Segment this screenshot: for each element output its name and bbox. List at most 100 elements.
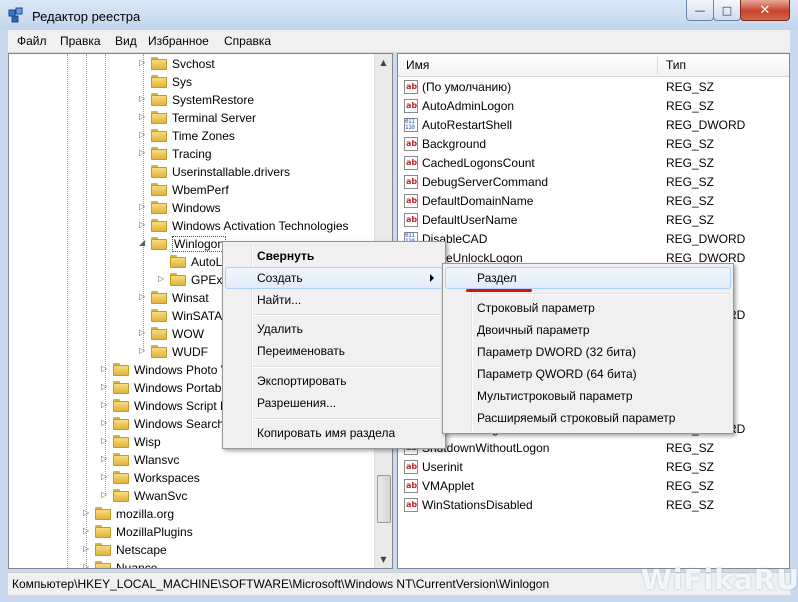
submenu-item-multi-string-value[interactable]: Мультистроковый параметр — [445, 385, 731, 407]
tree-item[interactable]: ▷ SystemRestore — [9, 91, 375, 109]
tree-expander-icon[interactable]: ▷ — [101, 436, 110, 448]
menu-edit[interactable]: Правка — [60, 34, 101, 48]
value-row[interactable]: ab Userinit REG_SZ — [398, 458, 789, 477]
tree-expander-icon[interactable]: ▷ — [101, 454, 110, 466]
tree-item[interactable]: Sys — [9, 73, 375, 91]
tree-scrollbar-thumb[interactable] — [377, 475, 391, 523]
minimize-button[interactable]: — — [686, 0, 714, 21]
tree-expander-icon[interactable]: ◢ — [139, 238, 148, 250]
tree-item[interactable]: ▷ Netscape — [9, 541, 375, 559]
tree-expander-icon[interactable]: ▷ — [83, 544, 92, 556]
value-row[interactable]: ab AutoAdminLogon REG_SZ — [398, 97, 789, 116]
value-row[interactable]: ab DefaultDomainName REG_SZ — [398, 192, 789, 211]
tree-expander-icon[interactable]: ▷ — [139, 148, 148, 160]
tree-item[interactable]: ▷ mozilla.org — [9, 505, 375, 523]
title-bar[interactable]: Редактор реестра — □ ✕ — [0, 0, 798, 30]
tree-item[interactable]: ▷ Wlansvc — [9, 451, 375, 469]
value-name: DebugServerCommand — [422, 175, 549, 189]
menu-file[interactable]: Файл — [17, 34, 47, 48]
tree-expander-icon[interactable]: ▷ — [139, 328, 148, 340]
submenu-item-binary-value[interactable]: Двоичный параметр — [445, 319, 731, 341]
tree-expander-icon[interactable]: ▷ — [83, 562, 92, 568]
tree-item[interactable]: ▷ MozillaPlugins — [9, 523, 375, 541]
menu-item-copy-key-name[interactable]: Копировать имя раздела — [225, 422, 443, 444]
tree-item[interactable]: ▷ WwanSvc — [9, 487, 375, 505]
tree-expander-icon[interactable]: ▷ — [139, 94, 148, 106]
scroll-down-arrow-icon[interactable]: ▼ — [376, 551, 391, 567]
tree-item[interactable]: Userinstallable.drivers — [9, 163, 375, 181]
scroll-up-arrow-icon[interactable]: ▲ — [376, 54, 391, 70]
menu-item-export[interactable]: Экспортировать — [225, 370, 443, 392]
value-row[interactable]: ab Background REG_SZ — [398, 135, 789, 154]
tree-item[interactable]: ▷ Windows — [9, 199, 375, 217]
menu-item-rename[interactable]: Переименовать — [225, 340, 443, 362]
value-row[interactable]: ab VMApplet REG_SZ — [398, 477, 789, 496]
tree-expander-icon[interactable] — [139, 310, 148, 322]
menu-item-create[interactable]: Создать — [225, 267, 443, 289]
tree-expander-icon[interactable]: ▷ — [101, 472, 110, 484]
menu-item-permissions[interactable]: Разрешения... — [225, 392, 443, 414]
value-row[interactable]: ab DebugServerCommand REG_SZ — [398, 173, 789, 192]
menu-help[interactable]: Справка — [224, 34, 271, 48]
tree-item[interactable]: WbemPerf — [9, 181, 375, 199]
tree-expander-icon[interactable]: ▷ — [139, 58, 148, 70]
value-row[interactable]: ab CachedLogonsCount REG_SZ — [398, 154, 789, 173]
tree-expander-icon[interactable] — [139, 76, 148, 88]
tree-item[interactable]: ▷ Workspaces — [9, 469, 375, 487]
submenu-item-string-value[interactable]: Строковый параметр — [445, 297, 731, 319]
tree-expander-icon[interactable]: ▷ — [101, 364, 110, 376]
value-row[interactable]: 011110DisableCADREG_DWORD — [398, 230, 789, 249]
menu-item-collapse[interactable]: Свернуть — [225, 245, 443, 267]
folder-icon — [95, 507, 111, 521]
submenu-item-expandable-string-value[interactable]: Расширяемый строковый параметр — [445, 407, 731, 429]
tree-item[interactable]: ▷ Svchost — [9, 55, 375, 73]
tree-expander-icon[interactable] — [158, 256, 167, 268]
tree-expander-icon[interactable]: ▷ — [139, 220, 148, 232]
tree-expander-icon[interactable]: ▷ — [83, 508, 92, 520]
value-row[interactable]: ab (По умолчанию) REG_SZ — [398, 78, 789, 97]
column-type-header[interactable]: Тип — [666, 58, 686, 72]
tree-expander-icon[interactable]: ▷ — [158, 274, 167, 286]
value-row[interactable]: 011 110 AutoRestartShell REG_DWORD — [398, 116, 789, 135]
tree-expander-icon[interactable]: ▷ — [139, 346, 148, 358]
tree-expander-icon[interactable]: ▷ — [101, 490, 110, 502]
value-row[interactable]: ab WinStationsDisabled REG_SZ — [398, 496, 789, 515]
tree-item-label: MozillaPlugins — [116, 525, 193, 539]
menu-item-find[interactable]: Найти... — [225, 289, 443, 311]
value-row[interactable]: ab DefaultUserName REG_SZ — [398, 211, 789, 230]
submenu-item-dword-value[interactable]: Параметр DWORD (32 бита) — [445, 341, 731, 363]
tree-item[interactable]: ▷ Nuance — [9, 559, 375, 568]
column-name-header[interactable]: Имя — [406, 58, 429, 72]
tree-expander-icon[interactable]: ▷ — [101, 418, 110, 430]
tree-expander-icon[interactable]: ▷ — [139, 112, 148, 124]
tree-expander-icon[interactable] — [139, 166, 148, 178]
tree-item-label: Svchost — [172, 57, 215, 71]
tree-item[interactable]: ▷ Tracing — [9, 145, 375, 163]
tree-expander-icon[interactable] — [139, 184, 148, 196]
folder-icon — [151, 183, 167, 197]
folder-icon — [95, 543, 111, 557]
menu-view[interactable]: Вид — [115, 34, 137, 48]
folder-icon — [113, 417, 129, 431]
tree-item[interactable]: ▷ Windows Activation Technologies — [9, 217, 375, 235]
tree-expander-icon[interactable]: ▷ — [101, 400, 110, 412]
tree-item[interactable]: ▷ Terminal Server — [9, 109, 375, 127]
tree-item-label: Windows — [172, 201, 221, 215]
folder-icon — [95, 561, 111, 568]
tree-expander-icon[interactable]: ▷ — [101, 382, 110, 394]
value-row[interactable]: abShutdownWithoutLogonREG_SZ — [398, 439, 789, 458]
string-value-icon: ab — [404, 213, 418, 227]
tree-expander-icon[interactable]: ▷ — [83, 526, 92, 538]
submenu-item-qword-value[interactable]: Параметр QWORD (64 бита) — [445, 363, 731, 385]
close-button[interactable]: ✕ — [740, 0, 790, 21]
tree-expander-icon[interactable]: ▷ — [139, 202, 148, 214]
tree-item[interactable]: ▷ Time Zones — [9, 127, 375, 145]
maximize-button[interactable]: □ — [713, 0, 741, 21]
tree-expander-icon[interactable]: ▷ — [139, 130, 148, 142]
tree-expander-icon[interactable]: ▷ — [139, 292, 148, 304]
submenu-item-key[interactable]: Раздел — [445, 267, 731, 289]
value-name: WinStationsDisabled — [422, 498, 533, 512]
menu-item-delete[interactable]: Удалить — [225, 318, 443, 340]
column-separator[interactable] — [657, 56, 658, 74]
menu-favorites[interactable]: Избранное — [148, 34, 209, 48]
